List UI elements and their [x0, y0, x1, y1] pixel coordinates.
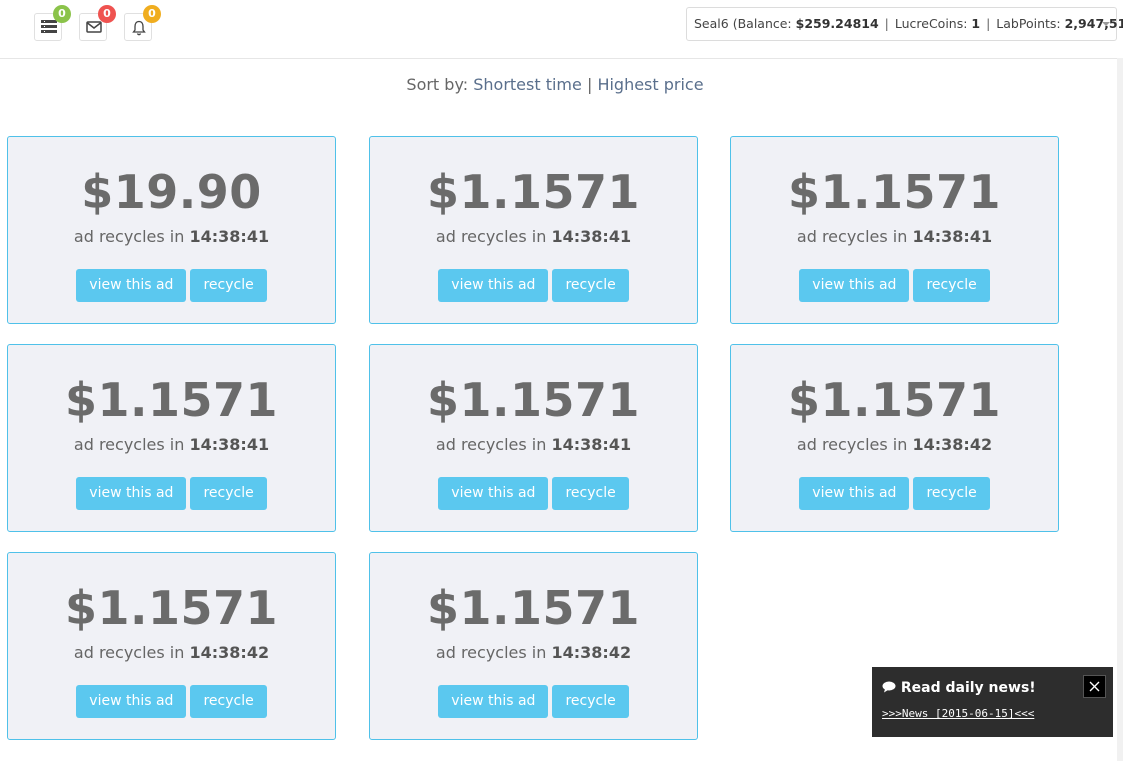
ad-price: $1.1571 [787, 165, 1001, 219]
ad-price: $1.1571 [426, 581, 640, 635]
sort-shortest-time-link[interactable]: Shortest time [473, 75, 582, 94]
lucrecoins-value: 1 [971, 16, 981, 31]
labpoints-label: LabPoints: [996, 16, 1061, 31]
scrollbar[interactable] [1117, 58, 1123, 761]
recycle-button[interactable]: recycle [552, 685, 629, 718]
recycle-prefix: ad recycles in [73, 643, 185, 662]
close-icon [1089, 681, 1100, 692]
recycle-countdown: ad recycles in 14:38:42 [731, 435, 1058, 454]
chevron-down-icon [1102, 22, 1110, 26]
recycle-countdown: ad recycles in 14:38:41 [8, 227, 335, 246]
view-ad-button[interactable]: view this ad [438, 477, 549, 510]
ad-card: $1.1571 ad recycles in 14:38:42 view thi… [730, 344, 1059, 532]
recycle-time: 14:38:41 [551, 435, 632, 454]
ad-card: $19.90 ad recycles in 14:38:41 view this… [7, 136, 336, 324]
recycle-prefix: ad recycles in [435, 435, 547, 454]
close-button[interactable] [1083, 675, 1106, 698]
recycle-time: 14:38:41 [189, 227, 270, 246]
sort-separator: | [586, 75, 593, 94]
news-title: Read daily news! [882, 680, 1036, 696]
recycle-time: 14:38:41 [551, 227, 632, 246]
recycle-button[interactable]: recycle [190, 269, 267, 302]
ad-card: $1.1571 ad recycles in 14:38:41 view thi… [7, 344, 336, 532]
comment-icon [882, 681, 896, 693]
view-ad-button[interactable]: view this ad [799, 269, 910, 302]
recycle-countdown: ad recycles in 14:38:41 [731, 227, 1058, 246]
list-badge: 0 [53, 5, 71, 23]
balance-value: $259.24814 [795, 16, 879, 31]
news-title-text: Read daily news! [900, 680, 1036, 696]
view-ad-button[interactable]: view this ad [799, 477, 910, 510]
labpoints-value: 2,947,513 [1064, 16, 1123, 31]
recycle-time: 14:38:42 [551, 643, 632, 662]
recycle-button[interactable]: recycle [913, 269, 990, 302]
recycle-button[interactable]: recycle [552, 269, 629, 302]
recycle-button[interactable]: recycle [190, 477, 267, 510]
recycle-button[interactable]: recycle [913, 477, 990, 510]
recycle-countdown: ad recycles in 14:38:42 [8, 643, 335, 662]
ad-price: $19.90 [81, 165, 262, 219]
messages-badge: 0 [98, 5, 116, 23]
recycle-prefix: ad recycles in [796, 435, 908, 454]
ad-card: $1.1571 ad recycles in 14:38:41 view thi… [369, 344, 698, 532]
recycle-button[interactable]: recycle [190, 685, 267, 718]
username: Seal6 [694, 16, 729, 31]
recycle-prefix: ad recycles in [435, 227, 547, 246]
ad-card: $1.1571 ad recycles in 14:38:42 view thi… [7, 552, 336, 740]
news-popup: Read daily news! >>>News [2015-06-15]<<< [872, 667, 1113, 737]
balance-label: Balance: [737, 16, 792, 31]
ad-price: $1.1571 [787, 373, 1001, 427]
sort-label: Sort by: [406, 75, 469, 94]
list-icon [41, 20, 57, 33]
sort-bar: Sort by: Shortest time | Highest price [0, 75, 1110, 94]
view-ad-button[interactable]: view this ad [76, 685, 187, 718]
messages-button[interactable]: 0 [79, 5, 116, 41]
recycle-time: 14:38:42 [912, 435, 993, 454]
view-ad-button[interactable]: view this ad [438, 269, 549, 302]
ad-card: $1.1571 ad recycles in 14:38:41 view thi… [730, 136, 1059, 324]
recycle-prefix: ad recycles in [796, 227, 908, 246]
recycle-time: 14:38:42 [189, 643, 270, 662]
lucrecoins-label: LucreCoins: [894, 16, 968, 31]
recycle-countdown: ad recycles in 14:38:41 [8, 435, 335, 454]
recycle-countdown: ad recycles in 14:38:41 [370, 435, 697, 454]
notifications-button[interactable]: 0 [124, 5, 161, 41]
bell-icon [132, 20, 146, 36]
recycle-prefix: ad recycles in [435, 643, 547, 662]
sort-highest-price-link[interactable]: Highest price [597, 75, 703, 94]
view-ad-button[interactable]: view this ad [76, 269, 187, 302]
view-ad-button[interactable]: view this ad [438, 685, 549, 718]
ad-card: $1.1571 ad recycles in 14:38:42 view thi… [369, 552, 698, 740]
ad-card: $1.1571 ad recycles in 14:38:41 view thi… [369, 136, 698, 324]
recycle-button[interactable]: recycle [552, 477, 629, 510]
list-button[interactable]: 0 [34, 5, 71, 41]
ad-price: $1.1571 [426, 373, 640, 427]
account-dropdown[interactable]: Seal6 (Balance: $259.24814 | LucreCoins:… [686, 7, 1123, 41]
recycle-prefix: ad recycles in [73, 227, 185, 246]
recycle-countdown: ad recycles in 14:38:42 [370, 643, 697, 662]
ad-price: $1.1571 [64, 373, 278, 427]
ad-price: $1.1571 [64, 581, 278, 635]
notifications-badge: 0 [143, 5, 161, 23]
recycle-time: 14:38:41 [189, 435, 270, 454]
top-bar: 0 0 0 Seal6 (Balance: $259.24814 | Lucre… [0, 0, 1123, 59]
view-ad-button[interactable]: view this ad [76, 477, 187, 510]
news-link[interactable]: >>>News [2015-06-15]<<< [882, 707, 1034, 720]
envelope-icon [86, 21, 102, 33]
ad-price: $1.1571 [426, 165, 640, 219]
recycle-time: 14:38:41 [912, 227, 993, 246]
recycle-prefix: ad recycles in [73, 435, 185, 454]
recycle-countdown: ad recycles in 14:38:41 [370, 227, 697, 246]
